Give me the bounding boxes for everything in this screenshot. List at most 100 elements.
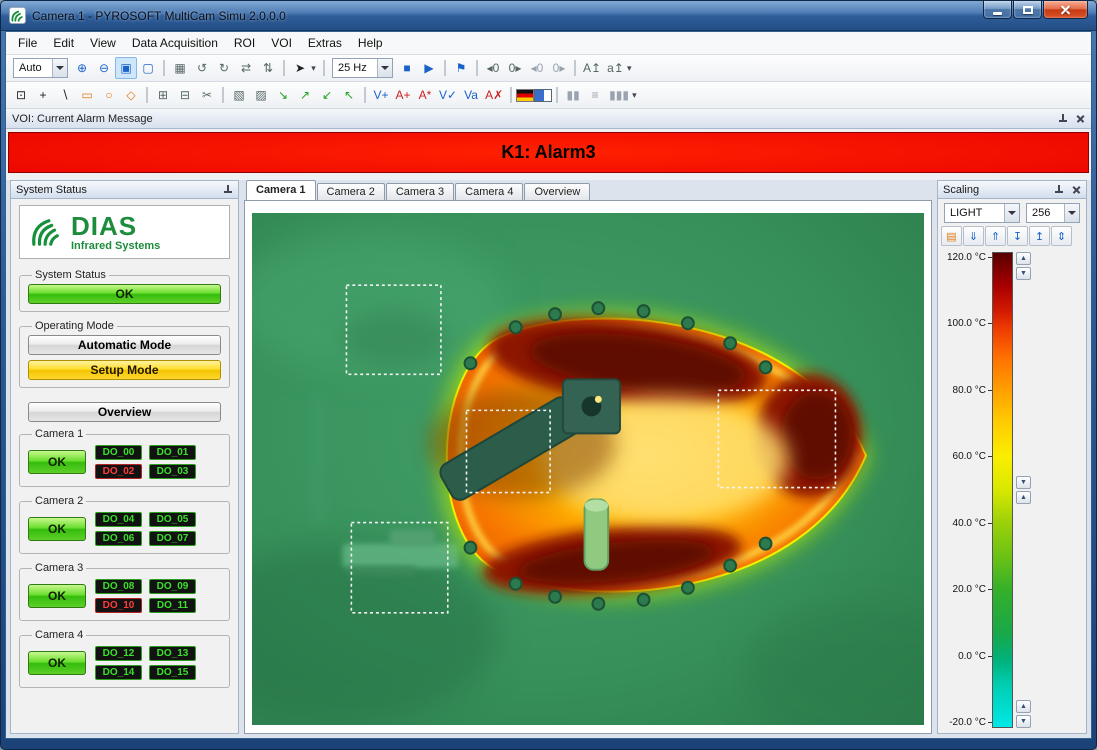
- export-image-button[interactable]: ▨: [250, 84, 272, 106]
- pin-icon[interactable]: [1054, 185, 1064, 195]
- roi-to-image-button[interactable]: ↘: [272, 84, 294, 106]
- roi-export-button[interactable]: ↙: [316, 84, 338, 106]
- zoom-in-button[interactable]: ⊕: [71, 57, 93, 79]
- cut-roi-button[interactable]: ✂: [196, 84, 218, 106]
- scale-min-down-button[interactable]: ▼: [1016, 715, 1031, 728]
- setup-mode-button[interactable]: Setup Mode: [28, 360, 221, 380]
- layout-dropdown[interactable]: ▾: [629, 84, 640, 106]
- scale-max-up-button[interactable]: ▲: [1016, 252, 1031, 265]
- cursor-level-up-button[interactable]: ▲: [1016, 491, 1031, 504]
- split-vertical-button[interactable]: ▮▮: [562, 84, 584, 106]
- camera-1-ok-button[interactable]: OK: [28, 450, 86, 474]
- do-button[interactable]: DO_04: [95, 512, 142, 527]
- rectangle-roi-button[interactable]: ▭: [76, 84, 98, 106]
- flip-horizontal-button[interactable]: ⇄: [235, 57, 257, 79]
- roi-from-image-button[interactable]: ↗: [294, 84, 316, 106]
- voi-edit-button[interactable]: Va: [460, 84, 482, 106]
- palette-combo[interactable]: LIGHT: [944, 203, 1020, 223]
- line-roi-button[interactable]: ∖: [54, 84, 76, 106]
- do-button[interactable]: DO_12: [95, 646, 142, 661]
- full-range-button[interactable]: ⇕: [1051, 226, 1072, 246]
- scale-shift-up-button[interactable]: ↥: [1029, 226, 1050, 246]
- pin-icon[interactable]: [223, 185, 233, 195]
- play-button[interactable]: ▶: [418, 57, 440, 79]
- flip-vertical-button[interactable]: ⇅: [257, 57, 279, 79]
- menu-view[interactable]: View: [82, 33, 124, 53]
- do-button[interactable]: DO_01: [149, 445, 196, 460]
- rotate-right-button[interactable]: ↻: [213, 57, 235, 79]
- fit-window-button[interactable]: ▣: [115, 57, 137, 79]
- camera-4-ok-button[interactable]: OK: [28, 651, 86, 675]
- original-size-button[interactable]: ▢: [137, 57, 159, 79]
- add-alarm-button[interactable]: A+: [392, 84, 414, 106]
- do-button[interactable]: DO_05: [149, 512, 196, 527]
- scale-shift-down-button[interactable]: ↧: [1007, 226, 1028, 246]
- scale-max-down-button[interactable]: ▼: [1016, 267, 1031, 280]
- do-button[interactable]: DO_07: [149, 531, 196, 546]
- tab-camera-3[interactable]: Camera 3: [386, 183, 454, 200]
- alarm-prev-button[interactable]: ◂0: [526, 57, 548, 79]
- tab-camera-2[interactable]: Camera 2: [317, 183, 385, 200]
- menu-voi[interactable]: VOI: [263, 33, 300, 53]
- system-ok-button[interactable]: OK: [28, 284, 221, 304]
- do-button[interactable]: DO_15: [149, 665, 196, 680]
- do-button[interactable]: DO_08: [95, 579, 142, 594]
- polygon-roi-button[interactable]: ◇: [120, 84, 142, 106]
- frame-rate-combo[interactable]: 25 Hz: [332, 58, 393, 78]
- do-button[interactable]: DO_14: [95, 665, 142, 680]
- alarm-next-button[interactable]: 0▸: [548, 57, 570, 79]
- point-roi-button[interactable]: +: [32, 84, 54, 106]
- automatic-mode-button[interactable]: Automatic Mode: [28, 335, 221, 355]
- delete-alarm-button[interactable]: A✗: [482, 84, 506, 106]
- thermal-image[interactable]: [252, 213, 924, 725]
- autoscale-continuous-button[interactable]: ⇑: [985, 226, 1006, 246]
- camera-2-ok-button[interactable]: OK: [28, 517, 86, 541]
- range-dropdown[interactable]: ▾: [624, 57, 635, 79]
- minimize-button[interactable]: [983, 1, 1012, 19]
- zoom-mode-combo[interactable]: Auto: [13, 58, 68, 78]
- tab-overview[interactable]: Overview: [524, 183, 590, 200]
- do-button[interactable]: DO_02: [95, 464, 142, 479]
- rotate-left-button[interactable]: ↺: [191, 57, 213, 79]
- cursor-level-down-button[interactable]: ▼: [1016, 476, 1031, 489]
- value-prev-button[interactable]: ◂0: [482, 57, 504, 79]
- pointer-tool-dropdown[interactable]: ▾: [308, 57, 319, 79]
- add-voi-button[interactable]: V+: [370, 84, 392, 106]
- alarm-config-button[interactable]: A*: [414, 84, 436, 106]
- menu-roi[interactable]: ROI: [226, 33, 263, 53]
- camera-3-ok-button[interactable]: OK: [28, 584, 86, 608]
- german-flag-icon[interactable]: [516, 89, 534, 102]
- auto-range-image-button[interactable]: A↥: [580, 57, 604, 79]
- menu-help[interactable]: Help: [350, 33, 391, 53]
- do-button[interactable]: DO_10: [95, 598, 142, 613]
- voi-check-button[interactable]: V✓: [436, 84, 460, 106]
- overview-button[interactable]: Overview: [28, 402, 221, 422]
- zoom-out-button[interactable]: ⊖: [93, 57, 115, 79]
- roi-import-button[interactable]: ↖: [338, 84, 360, 106]
- tab-camera-1[interactable]: Camera 1: [246, 180, 316, 200]
- levels-combo[interactable]: 256: [1026, 203, 1080, 223]
- do-button[interactable]: DO_09: [149, 579, 196, 594]
- select-roi-button[interactable]: ⊡: [10, 84, 32, 106]
- scale-min-up-button[interactable]: ▲: [1016, 700, 1031, 713]
- autoscale-once-button[interactable]: ⇓: [963, 226, 984, 246]
- stop-button[interactable]: ■: [396, 57, 418, 79]
- menu-data-acquisition[interactable]: Data Acquisition: [124, 33, 226, 53]
- do-button[interactable]: DO_06: [95, 531, 142, 546]
- pin-icon[interactable]: [1058, 114, 1068, 124]
- flag-marker-button[interactable]: ⚑: [450, 57, 472, 79]
- tab-camera-4[interactable]: Camera 4: [455, 183, 523, 200]
- maximize-button[interactable]: [1013, 1, 1042, 19]
- paste-roi-button[interactable]: ⊟: [174, 84, 196, 106]
- value-next-button[interactable]: 0▸: [504, 57, 526, 79]
- language-panel-button[interactable]: [534, 89, 552, 102]
- close-button[interactable]: [1043, 1, 1088, 19]
- menu-file[interactable]: File: [10, 33, 45, 53]
- close-panel-icon[interactable]: [1076, 114, 1085, 123]
- split-horizontal-button[interactable]: ≡: [584, 84, 606, 106]
- copy-roi-button[interactable]: ⊞: [152, 84, 174, 106]
- import-image-button[interactable]: ▧: [228, 84, 250, 106]
- ellipse-roi-button[interactable]: ○: [98, 84, 120, 106]
- close-panel-icon[interactable]: [1072, 185, 1081, 194]
- do-button[interactable]: DO_11: [149, 598, 196, 613]
